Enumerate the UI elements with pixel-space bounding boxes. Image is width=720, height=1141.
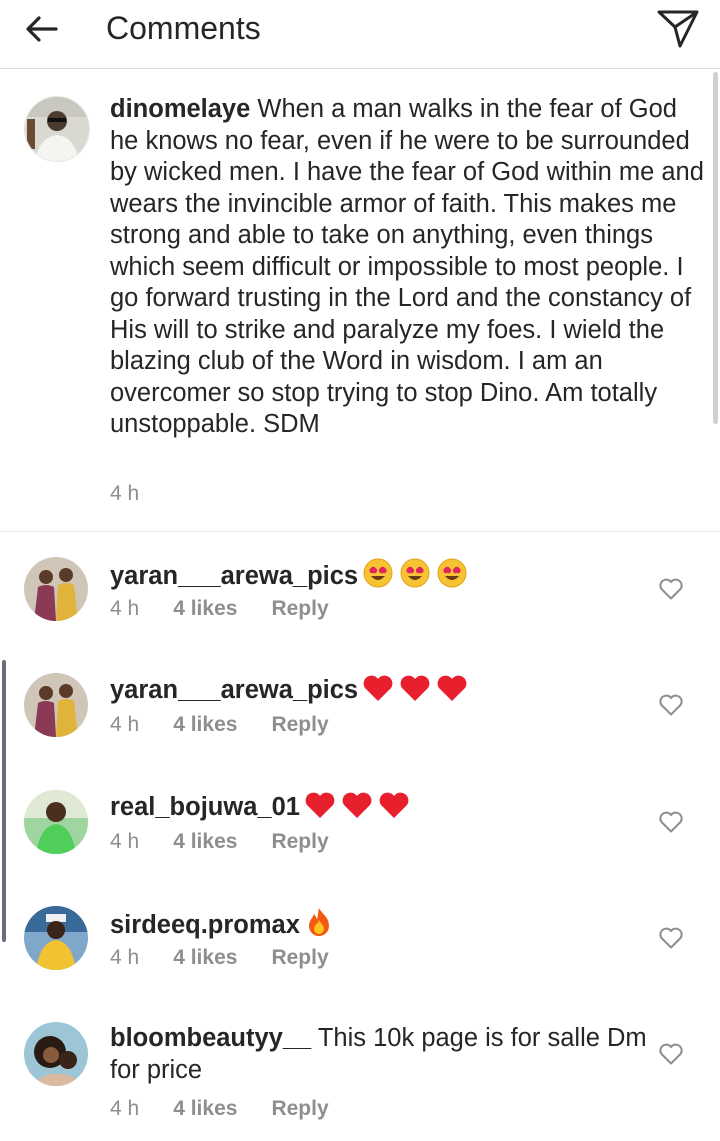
reply-button[interactable]: Reply xyxy=(271,946,328,970)
red-heart-emoji xyxy=(362,673,467,711)
header-bar: Comments xyxy=(0,0,720,69)
reply-button[interactable]: Reply xyxy=(271,830,328,854)
comment-text: sirdeeq.promax xyxy=(110,906,650,946)
comment-item: sirdeeq.promax 4 h 4 likes Reply xyxy=(0,906,720,1022)
comment-item: bloombeautyy__ This 10k page is for sall… xyxy=(0,1022,720,1141)
comment-meta: 4 h 4 likes Reply xyxy=(110,946,329,970)
reply-button[interactable]: Reply xyxy=(271,1097,328,1121)
divider xyxy=(0,531,720,532)
comment-meta: 4 h 4 likes Reply xyxy=(110,713,329,737)
like-button[interactable] xyxy=(658,693,684,717)
avatar-image xyxy=(24,906,88,970)
caption-username[interactable]: dinomelaye xyxy=(110,95,250,123)
comment-meta: 4 h 4 likes Reply xyxy=(110,1097,329,1121)
avatar[interactable] xyxy=(24,673,88,737)
reply-button[interactable]: Reply xyxy=(271,597,328,621)
like-button[interactable] xyxy=(658,1042,684,1066)
reply-button[interactable]: Reply xyxy=(271,713,328,737)
likes-count[interactable]: 4 likes xyxy=(173,597,237,621)
like-button[interactable] xyxy=(658,926,684,950)
likes-count[interactable]: 4 likes xyxy=(173,946,237,970)
post-caption: dinomelaye When a man walks in the fear … xyxy=(0,70,720,532)
heart-outline-icon xyxy=(659,927,683,949)
likes-count[interactable]: 4 likes xyxy=(173,1097,237,1121)
comment-timestamp: 4 h xyxy=(110,946,140,969)
avatar-image xyxy=(24,557,88,621)
avatar[interactable] xyxy=(24,906,88,970)
comment-username[interactable]: yaran___arewa_pics xyxy=(110,562,358,590)
paper-plane-icon xyxy=(657,10,699,48)
avatar[interactable] xyxy=(24,96,90,162)
avatar-image xyxy=(24,1022,88,1086)
comment-item: real_bojuwa_01 4 h 4 likes Reply xyxy=(0,790,720,906)
comment-text: yaran___arewa_pics xyxy=(110,557,650,597)
fire-emoji xyxy=(304,906,332,946)
heart-outline-icon xyxy=(659,811,683,833)
comment-timestamp: 4 h xyxy=(110,830,140,853)
comment-item: yaran___arewa_pics 4 h 4 likes Reply xyxy=(0,673,720,789)
arrow-left-icon xyxy=(26,16,58,42)
like-button[interactable] xyxy=(658,810,684,834)
avatar-image xyxy=(24,790,88,854)
heart-outline-icon xyxy=(659,1043,683,1065)
avatar[interactable] xyxy=(24,557,88,621)
comment-meta: 4 h 4 likes Reply xyxy=(110,597,329,621)
comment-text: bloombeautyy__ This 10k page is for sall… xyxy=(110,1022,650,1086)
caption-body: When a man walks in the fear of God he k… xyxy=(110,95,704,438)
comment-timestamp: 4 h xyxy=(110,597,140,620)
avatar[interactable] xyxy=(24,1022,88,1086)
comment-text: yaran___arewa_pics xyxy=(110,673,650,711)
comment-item: yaran___arewa_pics 4 h 4 likes Reply xyxy=(0,557,720,673)
red-heart-emoji xyxy=(304,790,409,828)
share-button[interactable] xyxy=(654,6,702,50)
likes-count[interactable]: 4 likes xyxy=(173,713,237,737)
comment-text: real_bojuwa_01 xyxy=(110,790,650,828)
comment-timestamp: 4 h xyxy=(110,1097,140,1120)
likes-count[interactable]: 4 likes xyxy=(173,830,237,854)
heart-outline-icon xyxy=(659,694,683,716)
comment-meta: 4 h 4 likes Reply xyxy=(110,830,329,854)
comment-username[interactable]: real_bojuwa_01 xyxy=(110,793,300,821)
avatar-image xyxy=(25,97,89,161)
back-button[interactable] xyxy=(22,10,62,50)
heart-eyes-emoji xyxy=(362,557,467,597)
heart-outline-icon xyxy=(659,578,683,600)
comment-username[interactable]: sirdeeq.promax xyxy=(110,911,300,939)
avatar[interactable] xyxy=(24,790,88,854)
like-button[interactable] xyxy=(658,577,684,601)
caption-timestamp: 4 h xyxy=(110,482,140,505)
avatar-image xyxy=(24,673,88,737)
page-title: Comments xyxy=(106,10,261,46)
caption-text: dinomelaye When a man walks in the fear … xyxy=(110,94,710,441)
comment-username[interactable]: yaran___arewa_pics xyxy=(110,676,358,704)
comment-timestamp: 4 h xyxy=(110,713,140,736)
comment-username[interactable]: bloombeautyy__ xyxy=(110,1024,311,1052)
